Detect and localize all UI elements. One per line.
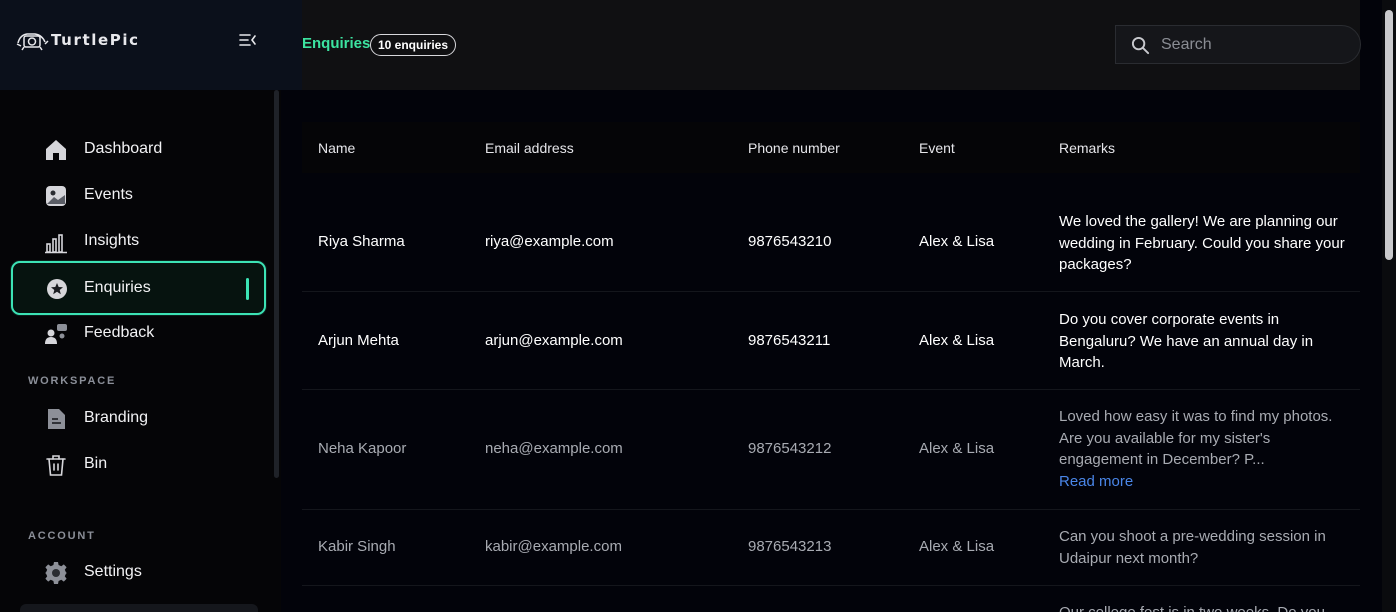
sidebar-item-label: Branding	[84, 409, 149, 426]
cell-email: arjun@example.com	[485, 332, 623, 349]
gear-icon	[45, 562, 67, 584]
table-row[interactable]: Our college fest is in two weeks. Do you	[302, 586, 1360, 612]
sidebar-item-label: Bin	[84, 455, 108, 472]
account-section-label: ACCOUNT	[28, 530, 96, 542]
column-header-event[interactable]: Event	[919, 140, 955, 156]
active-indicator	[246, 278, 249, 300]
sidebar-item-label: Dashboard	[84, 140, 163, 157]
collapse-sidebar-button[interactable]	[238, 31, 258, 49]
sidebar-item-label: Events	[84, 186, 133, 203]
trash-icon	[46, 455, 66, 476]
star-badge-icon	[47, 279, 67, 299]
turtle-camera-icon	[16, 33, 49, 51]
column-header-remarks[interactable]: Remarks	[1059, 140, 1115, 156]
table-row[interactable]: Arjun Mehta arjun@example.com 9876543211…	[302, 292, 1360, 390]
image-icon	[46, 186, 66, 206]
cell-email: neha@example.com	[485, 440, 623, 457]
sidebar-item-insights[interactable]: Insights	[12, 220, 265, 264]
sidebar-scrollbar[interactable]	[274, 90, 279, 478]
sidebar-item-events[interactable]: Events	[12, 174, 265, 218]
sidebar-item-settings[interactable]: Settings	[12, 551, 265, 595]
column-header-email[interactable]: Email address	[485, 140, 574, 156]
cell-phone: 9876543210	[748, 233, 832, 250]
cell-event: Alex & Lisa	[919, 332, 995, 349]
cell-email: kabir@example.com	[485, 538, 622, 555]
cell-remarks: Loved how easy it was to find my photos.…	[1059, 406, 1349, 492]
sidebar-item-feedback[interactable]: Feedback	[12, 312, 265, 356]
sidebar-item-enquiries[interactable]: Enquiries	[11, 261, 266, 315]
sidebar-item-label: Insights	[84, 232, 140, 249]
cell-email: riya@example.com	[485, 233, 614, 250]
bar-chart-icon	[45, 234, 67, 254]
sidebar-item-label: Enquiries	[84, 279, 151, 296]
table-row[interactable]: Riya Sharma riya@example.com 9876543210 …	[302, 173, 1360, 292]
column-header-name[interactable]: Name	[318, 140, 355, 156]
page-title: Enquiries	[302, 35, 371, 52]
search-input[interactable]	[1161, 34, 1351, 56]
enquiries-table: Name Email address Phone number Event Re…	[302, 122, 1360, 612]
app-logo[interactable]: TurtlePic	[15, 27, 140, 53]
page-scrollbar-thumb[interactable]	[1385, 10, 1393, 260]
remarks-text: Loved how easy it was to find my photos.…	[1059, 408, 1333, 468]
table-header: Name Email address Phone number Event Re…	[302, 122, 1360, 173]
page-header: Enquiries 10 enquiries	[302, 0, 1361, 90]
table-row[interactable]: Kabir Singh kabir@example.com 9876543213…	[302, 510, 1360, 586]
cell-phone: 9876543211	[748, 332, 831, 349]
cell-name: Neha Kapoor	[318, 440, 407, 457]
sidebar-profile-card[interactable]	[20, 604, 258, 612]
search-icon	[1131, 36, 1150, 55]
cell-phone: 9876543213	[748, 538, 832, 555]
cell-name: Riya Sharma	[318, 233, 405, 250]
enquiries-count-badge: 10 enquiries	[370, 34, 457, 56]
cell-event: Alex & Lisa	[919, 233, 995, 250]
cell-name: Kabir Singh	[318, 538, 396, 555]
sidebar-item-label: Settings	[84, 563, 142, 580]
search-box[interactable]	[1115, 25, 1361, 64]
document-icon	[48, 409, 65, 429]
app-name: TurtlePic	[51, 31, 140, 49]
cell-event: Alex & Lisa	[919, 538, 995, 555]
cell-phone: 9876543212	[748, 440, 832, 457]
menu-collapse-icon	[239, 34, 256, 46]
cell-remarks: Can you shoot a pre-wedding session in U…	[1059, 528, 1326, 567]
cell-remarks: Do you cover corporate events in Bengalu…	[1059, 311, 1314, 371]
table-row[interactable]: Neha Kapoor neha@example.com 9876543212 …	[302, 390, 1360, 510]
cell-event: Alex & Lisa	[919, 440, 995, 457]
home-icon	[46, 140, 66, 160]
column-header-phone[interactable]: Phone number	[748, 140, 840, 156]
cell-name: Arjun Mehta	[318, 332, 399, 349]
cell-remarks: We loved the gallery! We are planning ou…	[1059, 213, 1345, 273]
people-icon	[45, 324, 67, 344]
sidebar-item-dashboard[interactable]: Dashboard	[12, 128, 265, 172]
sidebar-item-bin[interactable]: Bin	[12, 443, 265, 487]
cell-remarks: Our college fest is in two weeks. Do you	[1059, 602, 1349, 612]
read-more-link[interactable]: Read more	[1059, 471, 1349, 493]
sidebar-header: TurtlePic	[0, 0, 302, 90]
sidebar-item-branding[interactable]: Branding	[12, 397, 265, 441]
sidebar-item-label: Feedback	[84, 324, 155, 341]
workspace-section-label: WORKSPACE	[28, 375, 117, 387]
